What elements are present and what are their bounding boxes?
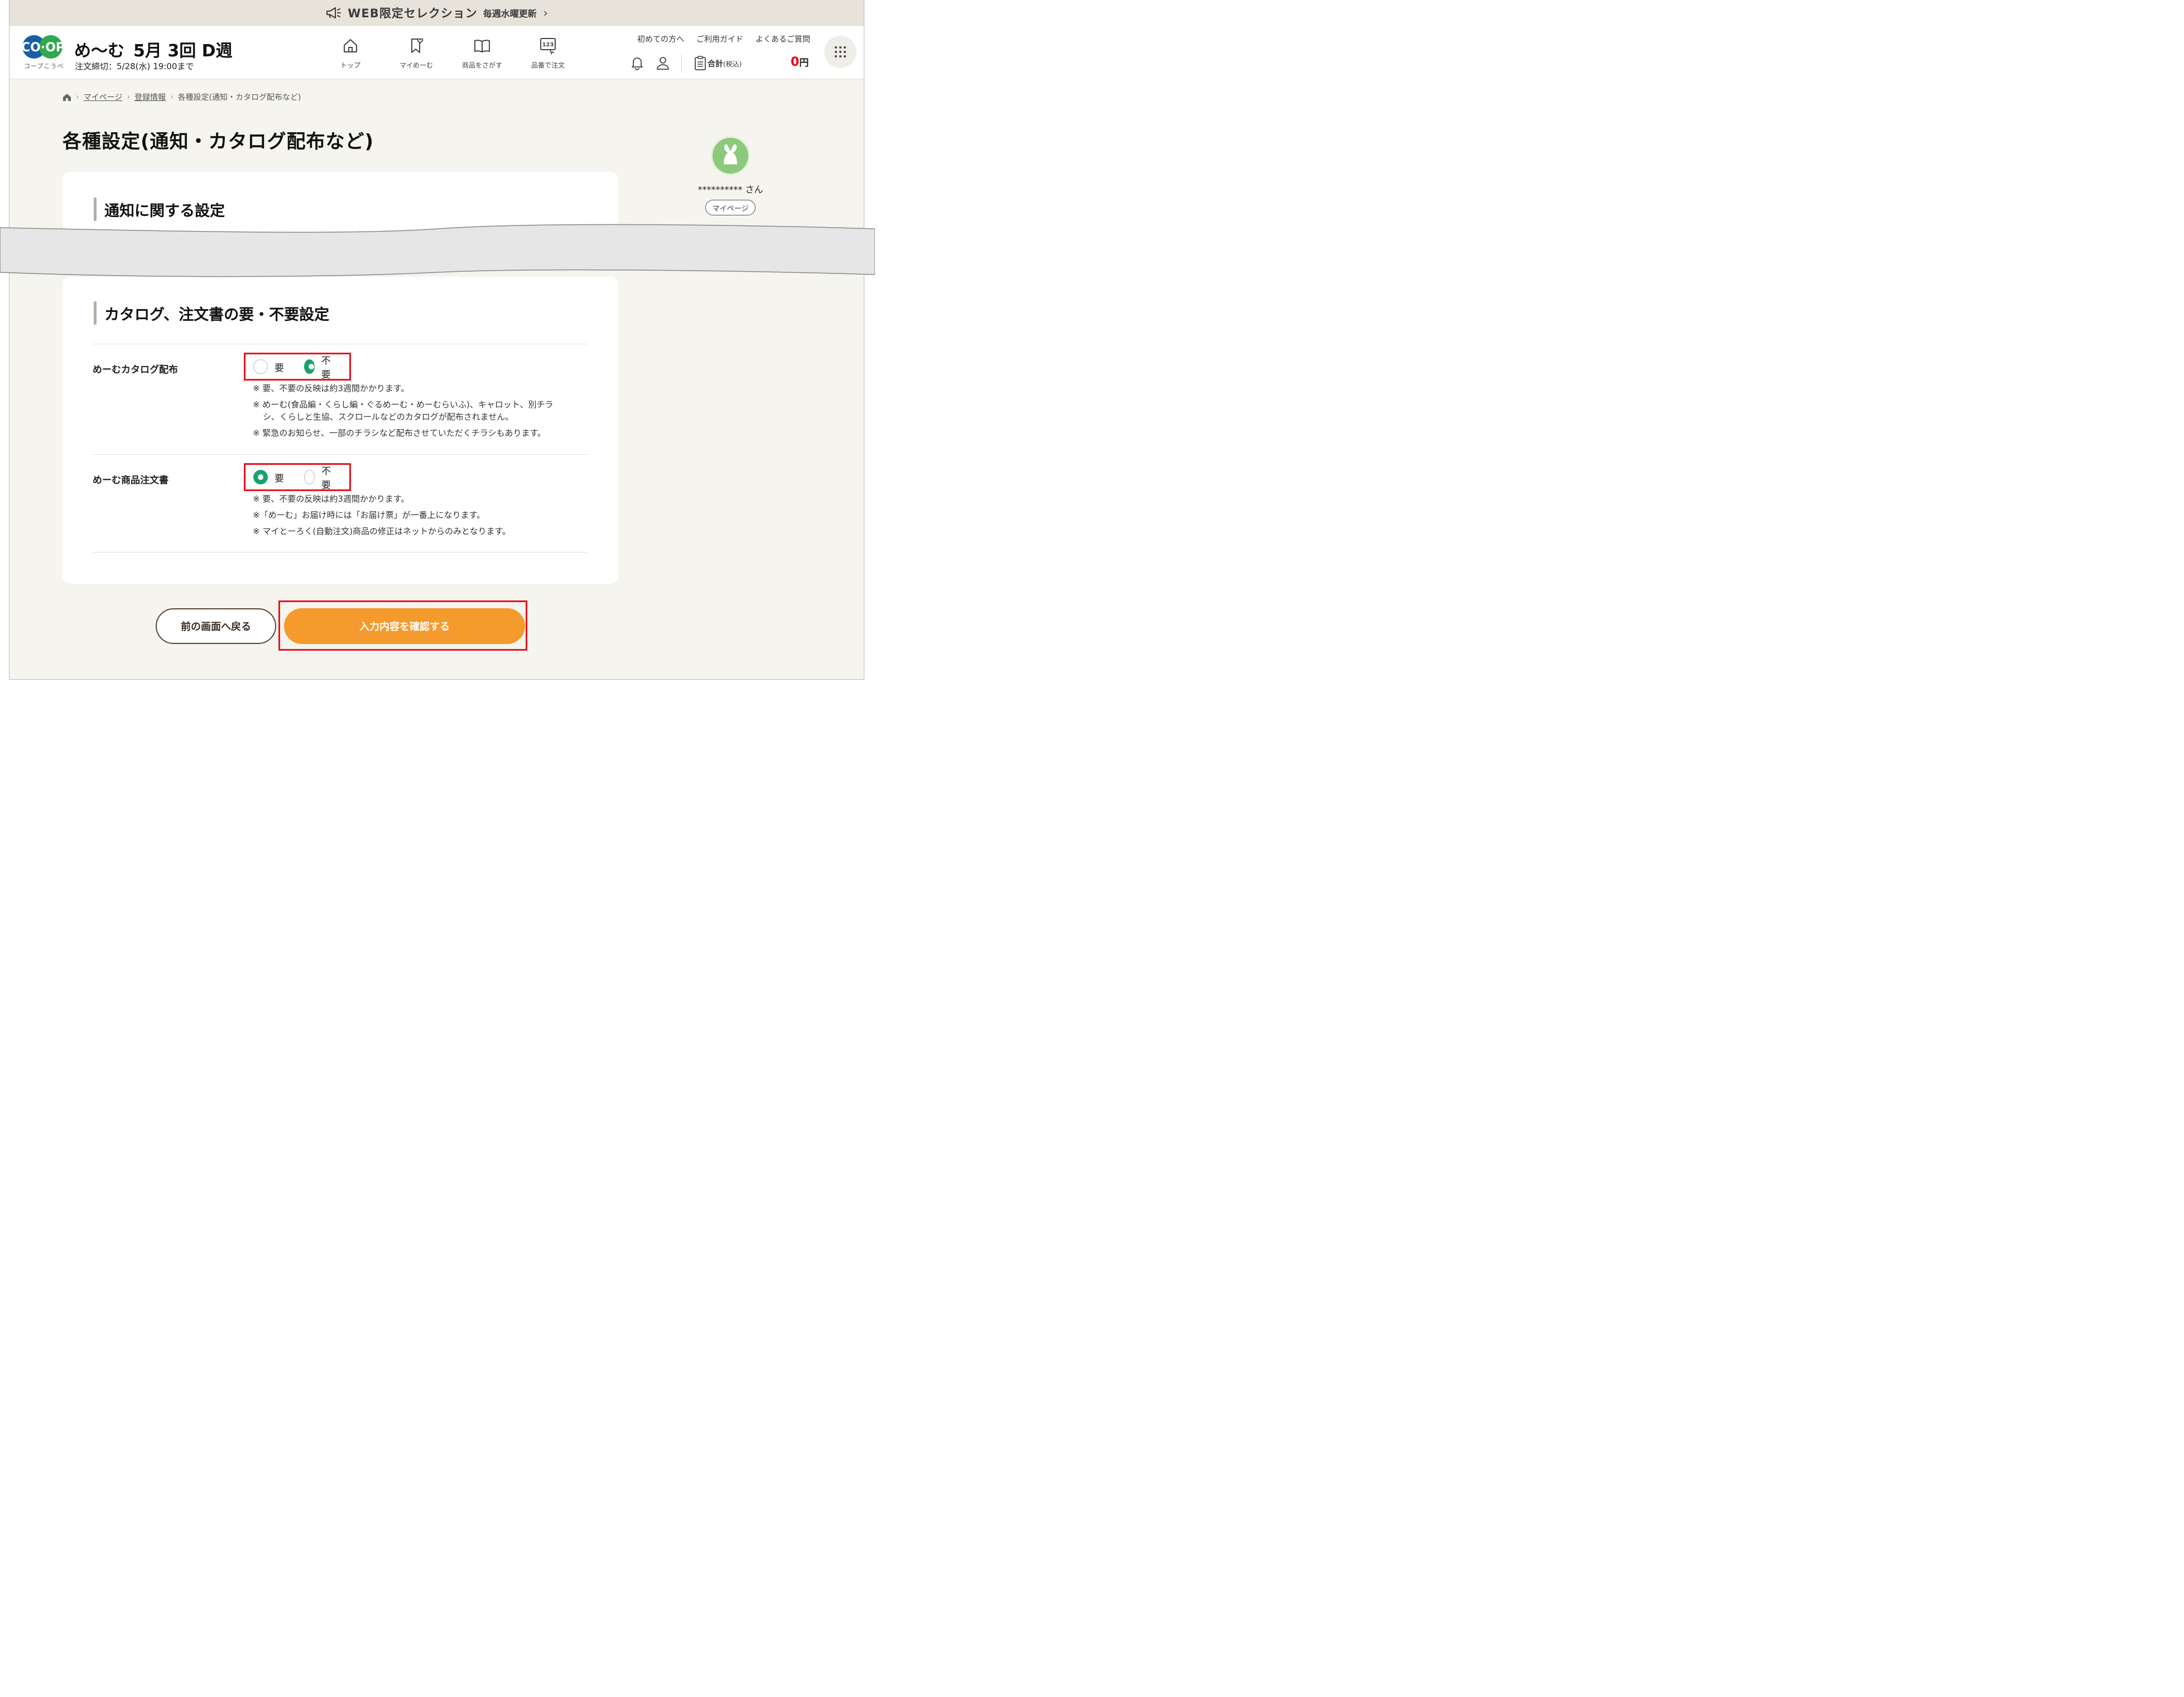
breadcrumb-current: 各種設定(通知・カタログ配布など) (177, 93, 301, 102)
radio-checked-icon (253, 470, 268, 484)
coop-logo[interactable]: CO·OP (22, 35, 64, 59)
catalog-settings-card: カタログ、注文書の要・不要設定 めーむカタログ配布 要 不要 ※ 要、不要の反映… (62, 277, 618, 584)
clipboard-icon[interactable] (693, 56, 708, 70)
promo-title: WEB限定セレクション (348, 6, 478, 20)
nav-search-products[interactable]: 商品をさがす (449, 37, 515, 70)
row-label-order-form: めーむ商品注文書 (93, 475, 169, 486)
link-first-time[interactable]: 初めての方へ (637, 33, 684, 45)
page-title: 各種設定(通知・カタログ配布など) (62, 131, 374, 153)
radio-unchecked-icon (253, 359, 268, 374)
radio-unchecked-icon (304, 470, 315, 484)
order-deadline: 注文締切：5/28(水) 19:00まで (75, 61, 194, 71)
page-frame: WEB限定セレクション 毎週水曜更新 › CO·OP コープこうべ め～む 5月… (9, 0, 864, 680)
week-label: 5月 3回 D週 (133, 41, 233, 61)
chevron-right-icon: › (76, 93, 79, 102)
bell-icon[interactable] (630, 56, 644, 70)
header-icons (630, 54, 708, 73)
link-faq[interactable]: よくあるご質問 (756, 33, 810, 45)
home-icon (344, 39, 357, 52)
chevron-right-icon: › (170, 93, 174, 102)
grid-menu-icon (835, 46, 846, 57)
brand-name: め～む (74, 41, 124, 61)
order-form-required-radio[interactable]: 要 (253, 470, 284, 484)
nav-order-by-number[interactable]: 123 品番で注文 (515, 37, 581, 70)
home-icon[interactable] (62, 93, 71, 102)
grid-menu-button[interactable] (824, 36, 857, 68)
catalog-delivery-required-radio[interactable]: 要 (253, 359, 284, 374)
site-header: CO·OP コープこうべ め～む 5月 3回 D週 注文締切：5/28(水) 1… (9, 26, 864, 79)
breadcrumb-registration[interactable]: 登録情報 (134, 92, 166, 103)
section-title-catalog: カタログ、注文書の要・不要設定 (94, 301, 329, 325)
header-divider (681, 54, 682, 73)
radio-checked-icon (304, 359, 315, 374)
catalog-delivery-not-required-radio[interactable]: 不要 (304, 353, 335, 381)
chevron-right-icon: › (543, 6, 548, 20)
chevron-right-icon: › (127, 93, 130, 102)
link-user-guide[interactable]: ご利用ガイド (696, 33, 743, 45)
order-form-radio-group: 要 不要 (244, 463, 351, 491)
confirm-input-button[interactable]: 入力内容を確認する (284, 608, 525, 644)
cart-total-label: 合計(税込) (708, 60, 742, 69)
breadcrumb-mypage[interactable]: マイページ (84, 92, 123, 103)
nav-top[interactable]: トップ (318, 37, 383, 70)
promo-banner[interactable]: WEB限定セレクション 毎週水曜更新 › (9, 0, 864, 26)
header-links: 初めての方へ ご利用ガイド よくあるご質問 (637, 33, 810, 45)
svg-text:123: 123 (542, 42, 554, 48)
bookmark-heart-icon (411, 38, 424, 53)
breadcrumb: › マイページ › 登録情報 › 各種設定(通知・カタログ配布など) (62, 92, 301, 103)
nav-order-by-number-label: 品番で注文 (531, 61, 565, 69)
logo-subtitle: コープこうべ (24, 63, 64, 70)
nav-my-meem-label: マイめーむ (399, 61, 433, 69)
order-form-notes: ※ 要、不要の反映は約3週間かかります。 ※「めーむ」お届け時には「お届け票」が… (253, 494, 511, 536)
cart-total-value: 0円 (791, 55, 809, 69)
catalog-delivery-notes: ※ 要、不要の反映は約3週間かかります。 ※ めーむ(食品編・くらし編・ぐるめー… (253, 383, 554, 438)
megaphone-icon (326, 7, 341, 18)
order-form-not-required-radio[interactable]: 不要 (304, 463, 335, 491)
nav-top-label: トップ (340, 61, 360, 69)
mypage-button[interactable]: マイページ (705, 200, 756, 215)
svg-text:CO·OP: CO·OP (22, 41, 64, 55)
divider (93, 454, 588, 455)
back-button[interactable]: 前の画面へ戻る (156, 608, 276, 644)
row-label-catalog-delivery: めーむカタログ配布 (93, 364, 178, 376)
content-omitted-wave (0, 224, 875, 277)
nav-search-products-label: 商品をさがす (461, 61, 502, 69)
user-icon[interactable] (656, 56, 670, 70)
main-nav: トップ マイめーむ 商品をさがす 123 品番で注文 (318, 37, 581, 70)
book-icon (474, 40, 490, 52)
nav-my-meem[interactable]: マイめーむ (383, 37, 449, 70)
catalog-delivery-radio-group: 要 不要 (244, 353, 351, 381)
user-name: ********** さん (697, 184, 763, 195)
number-input-icon: 123 (540, 38, 556, 55)
promo-subtitle: 毎週水曜更新 (483, 8, 537, 19)
avatar (711, 136, 750, 175)
section-title-notify: 通知に関する設定 (94, 198, 225, 221)
